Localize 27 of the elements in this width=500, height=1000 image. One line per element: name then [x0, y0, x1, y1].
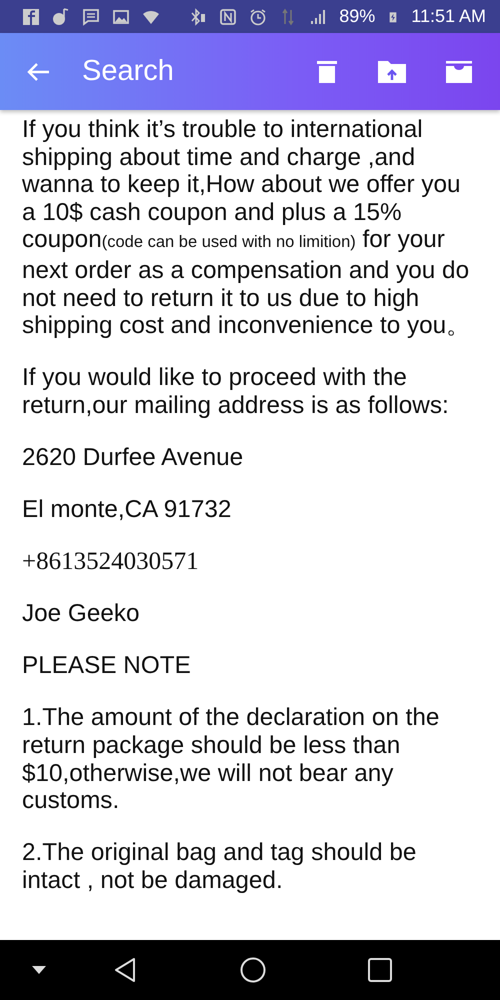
- message-paragraph: +8613524030571: [22, 548, 200, 576]
- signal-icon: [309, 8, 328, 26]
- message-paragraph: 2620 Durfee Avenue: [22, 444, 244, 472]
- message-paragraph: 2.The original bag and tag should be intact , not be damaged.: [22, 839, 418, 894]
- back-arrow-icon[interactable]: [26, 62, 50, 82]
- message-paragraph: Joe Geeko: [22, 600, 141, 628]
- toolbar-title: Search: [82, 55, 175, 88]
- message-paragraph: 1.The amount of the declaration on the return package should be less than $10,otherwise,we will not bear any customs.: [22, 704, 440, 815]
- message-paragraph: PLEASE NOTE: [22, 652, 192, 680]
- battery-percentage: 89%: [339, 6, 376, 27]
- recent-apps-icon[interactable]: [368, 958, 392, 982]
- image-icon: [112, 8, 130, 26]
- bluetooth-icon: [189, 8, 208, 26]
- inbox-tray-icon[interactable]: [446, 60, 472, 82]
- folder-upload-icon[interactable]: [378, 60, 406, 82]
- message-paragraph: El monte,CA 91732: [22, 496, 232, 524]
- home-circle-icon[interactable]: [240, 957, 266, 983]
- message-icon: [82, 8, 100, 26]
- trash-icon[interactable]: [316, 60, 338, 84]
- back-triangle-icon[interactable]: [114, 957, 136, 983]
- clock-time: 11:51 AM: [411, 6, 486, 27]
- message-paragraph: If you would like to proceed with the return,our mailing address is as follows:: [22, 364, 450, 420]
- alarm-icon: [249, 8, 268, 26]
- facebook-icon: [22, 8, 40, 26]
- message-paragraph: If you think it’s trouble to international shipping about time and charge ,and wanna to keep it,How about we offer you a 10$ cash coupon and plus a 15% coupon(code can be used with no limition) for your next order as a compensation and you do not need to return it to us due to high shipping cost and inconvenience to you。: [22, 116, 472, 340]
- caret-down-icon[interactable]: [32, 966, 46, 974]
- nfc-icon: [219, 8, 238, 26]
